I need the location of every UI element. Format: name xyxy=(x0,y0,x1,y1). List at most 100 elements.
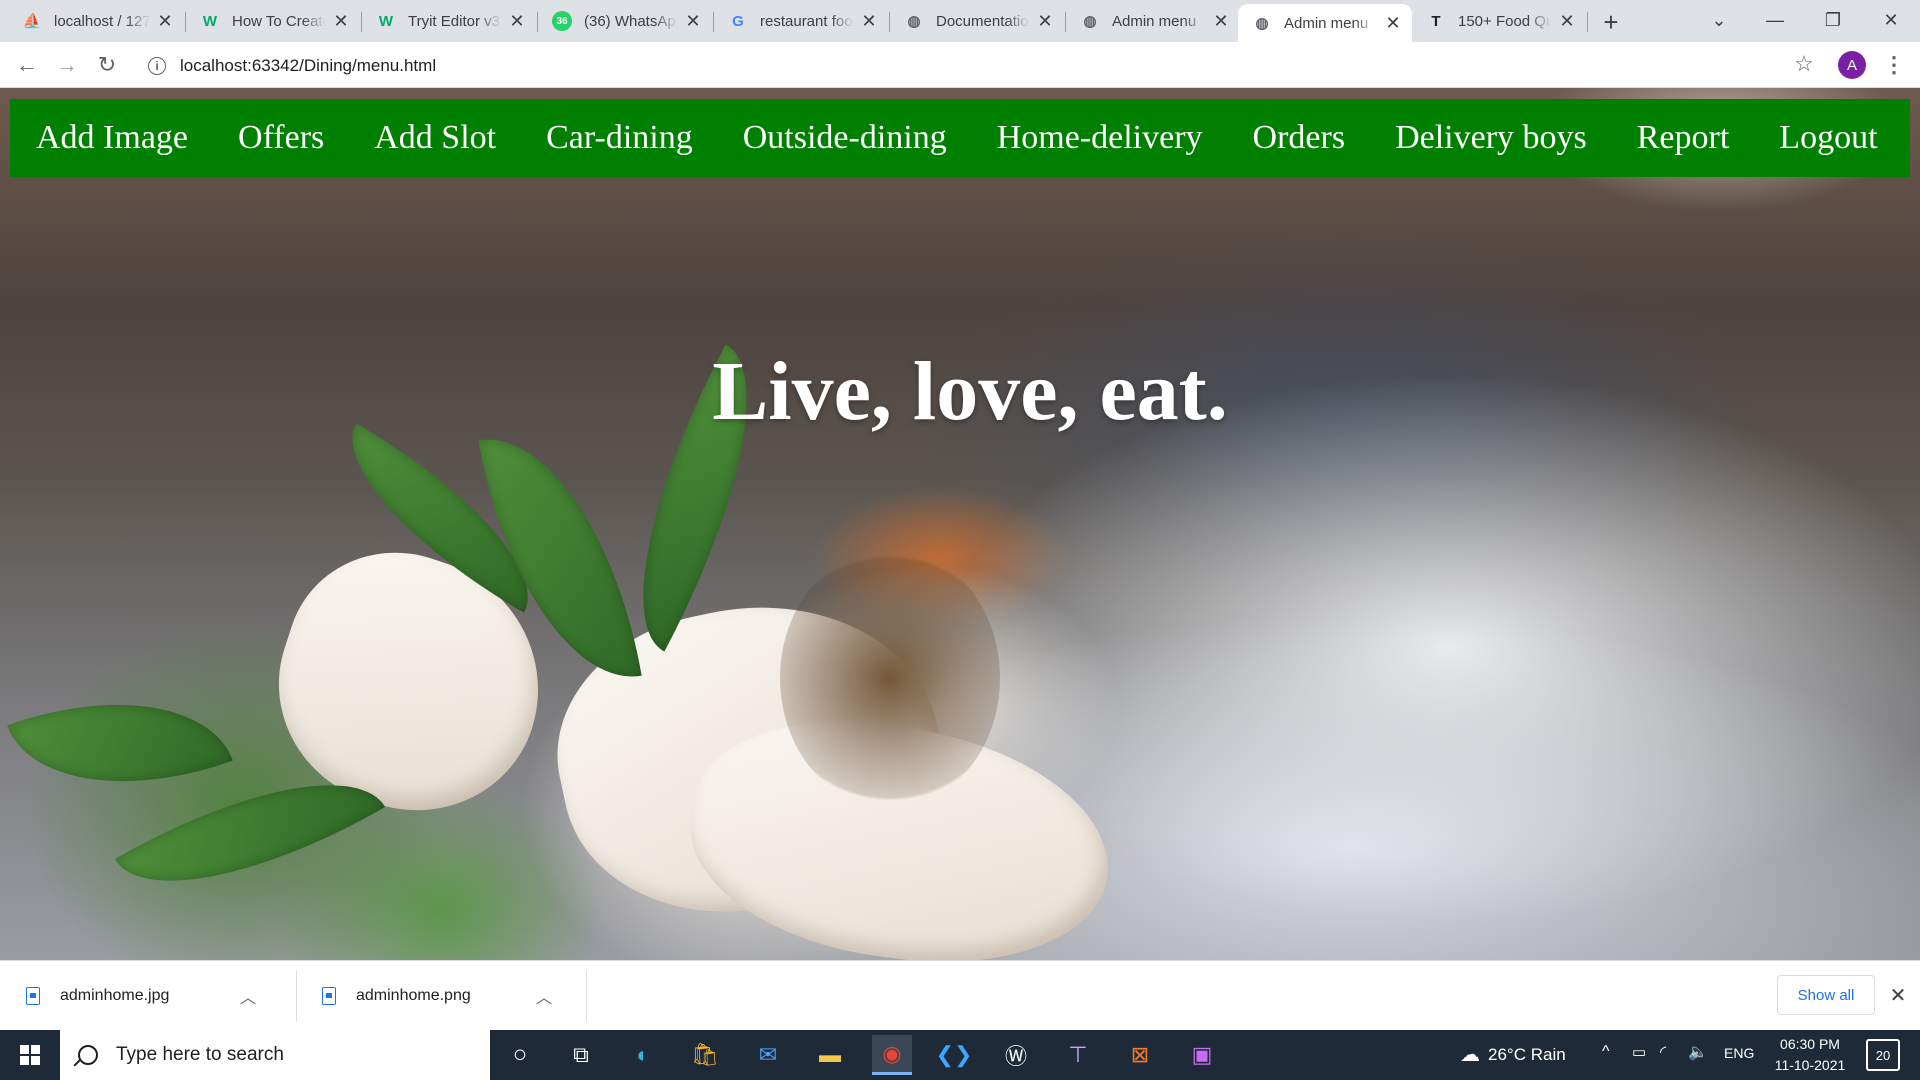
task-view-icon[interactable]: ⧉ xyxy=(561,1035,601,1075)
tab-title: Admin menu xyxy=(1112,12,1197,30)
xampp-icon[interactable]: ⊠ xyxy=(1120,1035,1160,1075)
file-icon xyxy=(26,987,40,1005)
tab-8[interactable]: T 150+ Food Quotes ✕ xyxy=(1412,4,1586,38)
forward-button[interactable]: → xyxy=(52,50,82,80)
download-item[interactable]: adminhome.png ︿ xyxy=(296,973,586,1019)
phpmyadmin-icon: ⛵ xyxy=(22,13,42,30)
browser-toolbar: ← → ↻ i localhost:63342/Dining/menu.html… xyxy=(0,42,1920,88)
close-icon[interactable]: ✕ xyxy=(332,11,350,31)
cortana-icon[interactable]: ○ xyxy=(500,1035,540,1075)
nav-report[interactable]: Report xyxy=(1637,119,1730,157)
tab-title: How To Create xyxy=(232,12,326,30)
back-button[interactable]: ← xyxy=(12,50,42,80)
tab-6[interactable]: ◍ Admin menu ✕ xyxy=(1066,4,1240,38)
close-icon[interactable]: ✕ xyxy=(684,11,702,31)
download-filename: adminhome.jpg xyxy=(60,987,170,1004)
close-icon[interactable]: ✕ xyxy=(1558,11,1576,31)
clock-date: 11-10-2021 xyxy=(1774,1057,1846,1073)
nav-logout[interactable]: Logout xyxy=(1779,119,1877,157)
google-icon: G xyxy=(732,12,744,30)
close-icon[interactable]: ✕ xyxy=(860,11,878,31)
file-icon xyxy=(322,987,336,1005)
cucumber-shape xyxy=(7,657,233,829)
battery-icon[interactable]: ▭ xyxy=(1632,1043,1646,1061)
hero-background: Add Image Offers Add Slot Car-dining Out… xyxy=(0,88,1920,960)
clock-time: 06:30 PM xyxy=(1780,1036,1840,1052)
close-icon[interactable]: ✕ xyxy=(1384,13,1402,33)
url-text[interactable]: localhost:63342/Dining/menu.html xyxy=(180,56,436,76)
tab-title: Tryit Editor v3.6 xyxy=(408,12,502,30)
vscode-icon[interactable]: ❮❯ xyxy=(934,1035,974,1075)
tex-icon[interactable]: ⊤ xyxy=(1058,1035,1098,1075)
nav-car-dining[interactable]: Car-dining xyxy=(546,119,693,157)
new-tab-button[interactable]: + xyxy=(1597,7,1625,37)
tab-title: 150+ Food Quotes xyxy=(1458,12,1552,30)
chevron-up-icon[interactable]: ︿ xyxy=(536,984,552,1008)
volume-icon[interactable]: 🔈 xyxy=(1688,1042,1708,1062)
admin-navbar: Add Image Offers Add Slot Car-dining Out… xyxy=(10,99,1910,177)
tab-4[interactable]: G restaurant food ✕ xyxy=(714,4,888,38)
chevron-up-icon[interactable]: ︿ xyxy=(240,984,256,1008)
download-item[interactable]: adminhome.jpg ︿ xyxy=(0,973,296,1019)
tab-title: Admin menu xyxy=(1284,14,1369,32)
restore-button[interactable]: ❐ xyxy=(1810,4,1856,36)
close-icon[interactable]: ✕ xyxy=(156,11,174,31)
nav-add-slot[interactable]: Add Slot xyxy=(374,119,496,157)
profile-avatar[interactable]: A xyxy=(1838,51,1866,79)
minimize-button[interactable]: — xyxy=(1752,4,1798,36)
menu-kebab-icon[interactable]: ⋮ xyxy=(1880,51,1908,79)
divider xyxy=(586,971,587,1021)
chevron-up-icon[interactable]: ^ xyxy=(1602,1043,1610,1061)
whatsapp-icon: 36 xyxy=(552,11,572,31)
close-window-button[interactable]: ✕ xyxy=(1868,4,1914,36)
clock[interactable]: 06:30 PM 11-10-2021 xyxy=(1762,1034,1858,1076)
tab-active[interactable]: ◍ Admin menu ✕ xyxy=(1238,4,1412,42)
hero-title: Live, love, eat. xyxy=(712,345,1228,438)
windows-taskbar: Type here to search ○ ⧉ ◐ 🛍 ✉ ▬ ◉ ❮❯ Ⓦ ⊤… xyxy=(0,1030,1920,1080)
close-icon[interactable]: ✕ xyxy=(1212,11,1230,31)
nav-delivery-boys[interactable]: Delivery boys xyxy=(1395,119,1587,157)
cloud-rain-icon: ☁ xyxy=(1460,1044,1480,1066)
tab-3[interactable]: 36 (36) WhatsApp ✕ xyxy=(538,4,712,38)
nav-offers[interactable]: Offers xyxy=(238,119,324,157)
file-explorer-icon[interactable]: ▬ xyxy=(810,1035,850,1075)
reload-button[interactable]: ↻ xyxy=(92,50,122,80)
tab-0[interactable]: ⛵ localhost / 127.0.0.1 ✕ xyxy=(8,4,184,38)
download-shelf: adminhome.jpg ︿ adminhome.png ︿ Show all… xyxy=(0,960,1920,1030)
bookmark-star-icon[interactable]: ☆ xyxy=(1790,50,1818,78)
search-placeholder: Type here to search xyxy=(116,1044,284,1065)
tab-5[interactable]: ◍ Documentation ✕ xyxy=(890,4,1064,38)
tab-strip: ⛵ localhost / 127.0.0.1 ✕ W How To Creat… xyxy=(0,0,1920,42)
globe-icon: ◍ xyxy=(907,13,921,30)
tab-2[interactable]: W Tryit Editor v3.6 ✕ xyxy=(362,4,536,38)
close-icon[interactable]: ✕ xyxy=(1884,981,1912,1009)
close-icon[interactable]: ✕ xyxy=(508,11,526,31)
tab-title: (36) WhatsApp xyxy=(584,12,678,30)
app-icon[interactable]: Ⓦ xyxy=(996,1035,1036,1075)
language-indicator[interactable]: ENG xyxy=(1724,1045,1754,1061)
tab-search-icon[interactable]: ⌄ xyxy=(1696,4,1742,36)
store-icon[interactable]: 🛍 xyxy=(685,1035,725,1075)
nav-home-delivery[interactable]: Home-delivery xyxy=(997,119,1203,157)
wifi-icon[interactable]: ◜ xyxy=(1660,1042,1666,1062)
phpstorm-icon[interactable]: ▣ xyxy=(1182,1035,1222,1075)
mail-icon[interactable]: ✉ xyxy=(748,1035,788,1075)
download-filename: adminhome.png xyxy=(356,987,471,1004)
show-all-button[interactable]: Show all xyxy=(1777,975,1875,1015)
weather-text: 26°C Rain xyxy=(1488,1044,1566,1064)
nav-orders[interactable]: Orders xyxy=(1253,119,1346,157)
tab-1[interactable]: W How To Create ✕ xyxy=(186,4,360,38)
edge-icon[interactable]: ◐ xyxy=(623,1035,663,1075)
globe-icon: ◍ xyxy=(1255,15,1269,32)
windows-start-button[interactable] xyxy=(10,1035,50,1075)
notification-center-icon[interactable]: 20 xyxy=(1866,1039,1900,1071)
close-icon[interactable]: ✕ xyxy=(1036,11,1054,31)
t-icon: T xyxy=(1431,12,1441,30)
nav-add-image[interactable]: Add Image xyxy=(36,119,188,157)
taskbar-search[interactable]: Type here to search xyxy=(60,1030,490,1080)
address-bar[interactable]: i localhost:63342/Dining/menu.html xyxy=(140,48,1808,84)
nav-outside-dining[interactable]: Outside-dining xyxy=(743,119,947,157)
weather-widget[interactable]: ☁ 26°C Rain xyxy=(1460,1042,1566,1067)
info-icon[interactable]: i xyxy=(148,57,166,75)
chrome-icon[interactable]: ◉ xyxy=(872,1035,912,1075)
